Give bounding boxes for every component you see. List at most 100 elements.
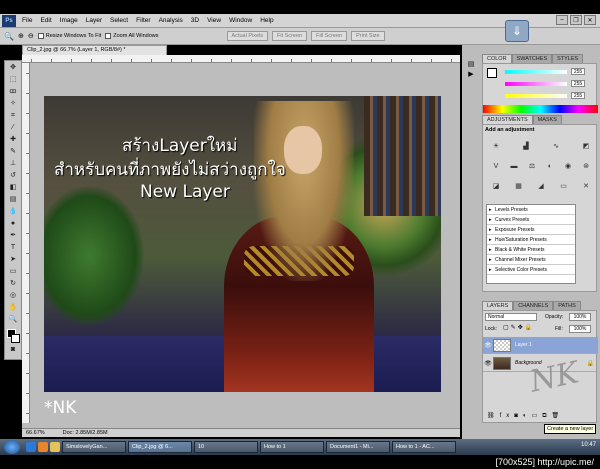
menu-window[interactable]: Window <box>225 17 256 24</box>
blue-value[interactable]: 255 <box>571 92 585 99</box>
task-folder-10[interactable]: 10 <box>194 441 258 453</box>
tab-swatches[interactable]: SWATCHES <box>511 54 553 63</box>
move-tool-icon[interactable]: ✥ <box>6 63 20 73</box>
tab-styles[interactable]: STYLES <box>552 54 584 63</box>
bridge-icon[interactable]: ⇓ <box>505 20 529 42</box>
dodge-tool-icon[interactable]: ● <box>6 219 20 229</box>
lock-icons[interactable]: ▢✎✥🔒 <box>503 324 534 331</box>
actions-panel-icon[interactable]: ▶ <box>464 70 478 80</box>
quicklaunch-ie-icon[interactable] <box>26 442 36 452</box>
brightness-icon[interactable]: ☀ <box>491 143 501 151</box>
menu-3d[interactable]: 3D <box>187 17 203 24</box>
tab-color[interactable]: COLOR <box>482 54 512 63</box>
preset-levels[interactable]: Levels Presets <box>487 205 575 215</box>
actual-pixels-button[interactable]: Actual Pixels <box>226 31 268 41</box>
task-photoshop[interactable]: Clip_2.jpg @ 6... <box>128 441 192 453</box>
vibrance-icon[interactable]: V <box>491 163 501 171</box>
marquee-tool-icon[interactable]: ⬚ <box>6 75 20 85</box>
minimize-icon[interactable]: – <box>556 15 568 25</box>
green-slider[interactable] <box>505 82 567 86</box>
quicklaunch-firefox-icon[interactable] <box>38 442 48 452</box>
menu-filter[interactable]: Filter <box>132 17 154 24</box>
fit-screen-button[interactable]: Fit Screen <box>272 31 308 41</box>
menu-select[interactable]: Select <box>106 17 132 24</box>
healing-brush-icon[interactable]: ✚ <box>6 135 20 145</box>
gradient-tool-icon[interactable]: ▤ <box>6 195 20 205</box>
selective-color-icon[interactable]: ✕ <box>581 183 591 191</box>
eraser-icon[interactable]: ◧ <box>6 183 20 193</box>
print-size-button[interactable]: Print Size <box>351 31 385 41</box>
menu-file[interactable]: File <box>18 17 36 24</box>
channel-mixer-icon[interactable]: ⊛ <box>581 163 591 171</box>
new-layer-icon[interactable]: ⧉ <box>542 413 551 419</box>
layer-row[interactable]: 👁 Layer 1 <box>483 337 598 354</box>
blur-tool-icon[interactable]: 💧 <box>6 207 20 217</box>
red-value[interactable]: 255 <box>571 68 585 75</box>
hand-tool-icon[interactable]: ✋ <box>6 303 20 313</box>
eyedropper-icon[interactable]: ⁄ <box>6 123 20 133</box>
group-icon[interactable]: ▭ <box>532 413 543 419</box>
task-how-to-1-ac[interactable]: How to 1 - AC... <box>392 441 456 453</box>
blue-slider[interactable] <box>505 94 567 98</box>
quick-mask-icon[interactable]: ◙ <box>6 345 20 355</box>
magic-wand-icon[interactable]: ✧ <box>6 99 20 109</box>
layer-name[interactable]: Layer 1 <box>515 342 532 348</box>
foreground-swatch[interactable] <box>487 68 497 78</box>
trash-icon[interactable]: 🗑 <box>552 413 565 419</box>
threshold-icon[interactable]: ◢ <box>536 183 546 191</box>
preset-hue-saturation[interactable]: Hue/Saturation Presets <box>487 235 575 245</box>
clone-stamp-icon[interactable]: ⊥ <box>6 159 20 169</box>
photo-filter-icon[interactable]: ◉ <box>563 163 573 171</box>
eye-icon[interactable]: 👁 <box>483 342 493 349</box>
quicklaunch-folder-icon[interactable] <box>50 442 60 452</box>
lasso-tool-icon[interactable]: ꝏ <box>6 87 20 97</box>
brush-tool-icon[interactable]: ✎ <box>6 147 20 157</box>
opacity-value[interactable]: 100% <box>569 313 591 321</box>
task-how-to-1[interactable]: How to 1 <box>260 441 324 453</box>
red-slider[interactable] <box>505 70 567 74</box>
posterize-icon[interactable]: ▦ <box>514 183 524 191</box>
shape-tool-icon[interactable]: ▭ <box>6 267 20 277</box>
eye-icon[interactable]: 👁 <box>483 360 493 367</box>
crop-tool-icon[interactable]: ⌗ <box>6 111 20 121</box>
3d-orbit-icon[interactable]: ◎ <box>6 291 20 301</box>
pen-tool-icon[interactable]: ✒ <box>6 231 20 241</box>
doc-size[interactable]: Doc: 2.85M/2.85M <box>63 430 108 436</box>
preset-selective-color[interactable]: Selective Color Presets <box>487 265 575 275</box>
preset-channel-mixer[interactable]: Channel Mixer Presets <box>487 255 575 265</box>
exposure-icon[interactable]: ◩ <box>581 143 591 151</box>
tab-paths[interactable]: PATHS <box>553 301 581 310</box>
resize-windows-checkbox[interactable]: Resize Windows To Fit <box>37 33 101 39</box>
image-canvas[interactable]: สร้างLayerใหม่ สำหรับคนที่ภาพยังไม่สว่าง… <box>44 96 441 392</box>
preset-black-white[interactable]: Black & White Presets <box>487 245 575 255</box>
hue-saturation-icon[interactable]: ▬ <box>509 163 519 171</box>
link-icon[interactable]: ⛓ <box>487 413 500 419</box>
tab-masks[interactable]: MASKS <box>532 115 562 124</box>
tab-channels[interactable]: CHANNELS <box>513 301 554 310</box>
start-button[interactable] <box>4 440 20 454</box>
menu-image[interactable]: Image <box>56 17 82 24</box>
menu-layer[interactable]: Layer <box>82 17 106 24</box>
tab-layers[interactable]: LAYERS <box>482 301 514 310</box>
path-selection-icon[interactable]: ➤ <box>6 255 20 265</box>
color-balance-icon[interactable]: ⚖ <box>527 163 537 171</box>
task-simslovely[interactable]: SimslovelyGan... <box>62 441 126 453</box>
mask-icon[interactable]: ◙ <box>514 413 523 419</box>
close-icon[interactable]: ✕ <box>584 15 596 25</box>
preset-exposure[interactable]: Exposure Presets <box>487 225 575 235</box>
menu-help[interactable]: Help <box>256 17 277 24</box>
history-brush-icon[interactable]: ↺ <box>6 171 20 181</box>
type-tool-icon[interactable]: T <box>6 243 20 253</box>
preset-curves[interactable]: Curves Presets <box>487 215 575 225</box>
history-panel-icon[interactable]: ▤ <box>464 60 478 70</box>
fill-screen-button[interactable]: Fill Screen <box>311 31 348 41</box>
invert-icon[interactable]: ◪ <box>491 183 501 191</box>
document-tab[interactable]: Clip_2.jpg @ 66.7% (Layer 1, RGB/8#) * <box>22 45 167 55</box>
fx-icon[interactable]: fx <box>500 413 515 419</box>
adjustment-layer-icon[interactable]: ◐ <box>523 413 532 419</box>
blend-mode-select[interactable]: Normal <box>485 313 537 321</box>
tab-adjustments[interactable]: ADJUSTMENTS <box>482 115 533 124</box>
zoom-tool-icon[interactable]: 🔍 <box>6 315 20 325</box>
zoom-level[interactable]: 66.67% <box>26 430 45 436</box>
zoom-tool-icon[interactable]: 🔍 <box>4 32 14 41</box>
